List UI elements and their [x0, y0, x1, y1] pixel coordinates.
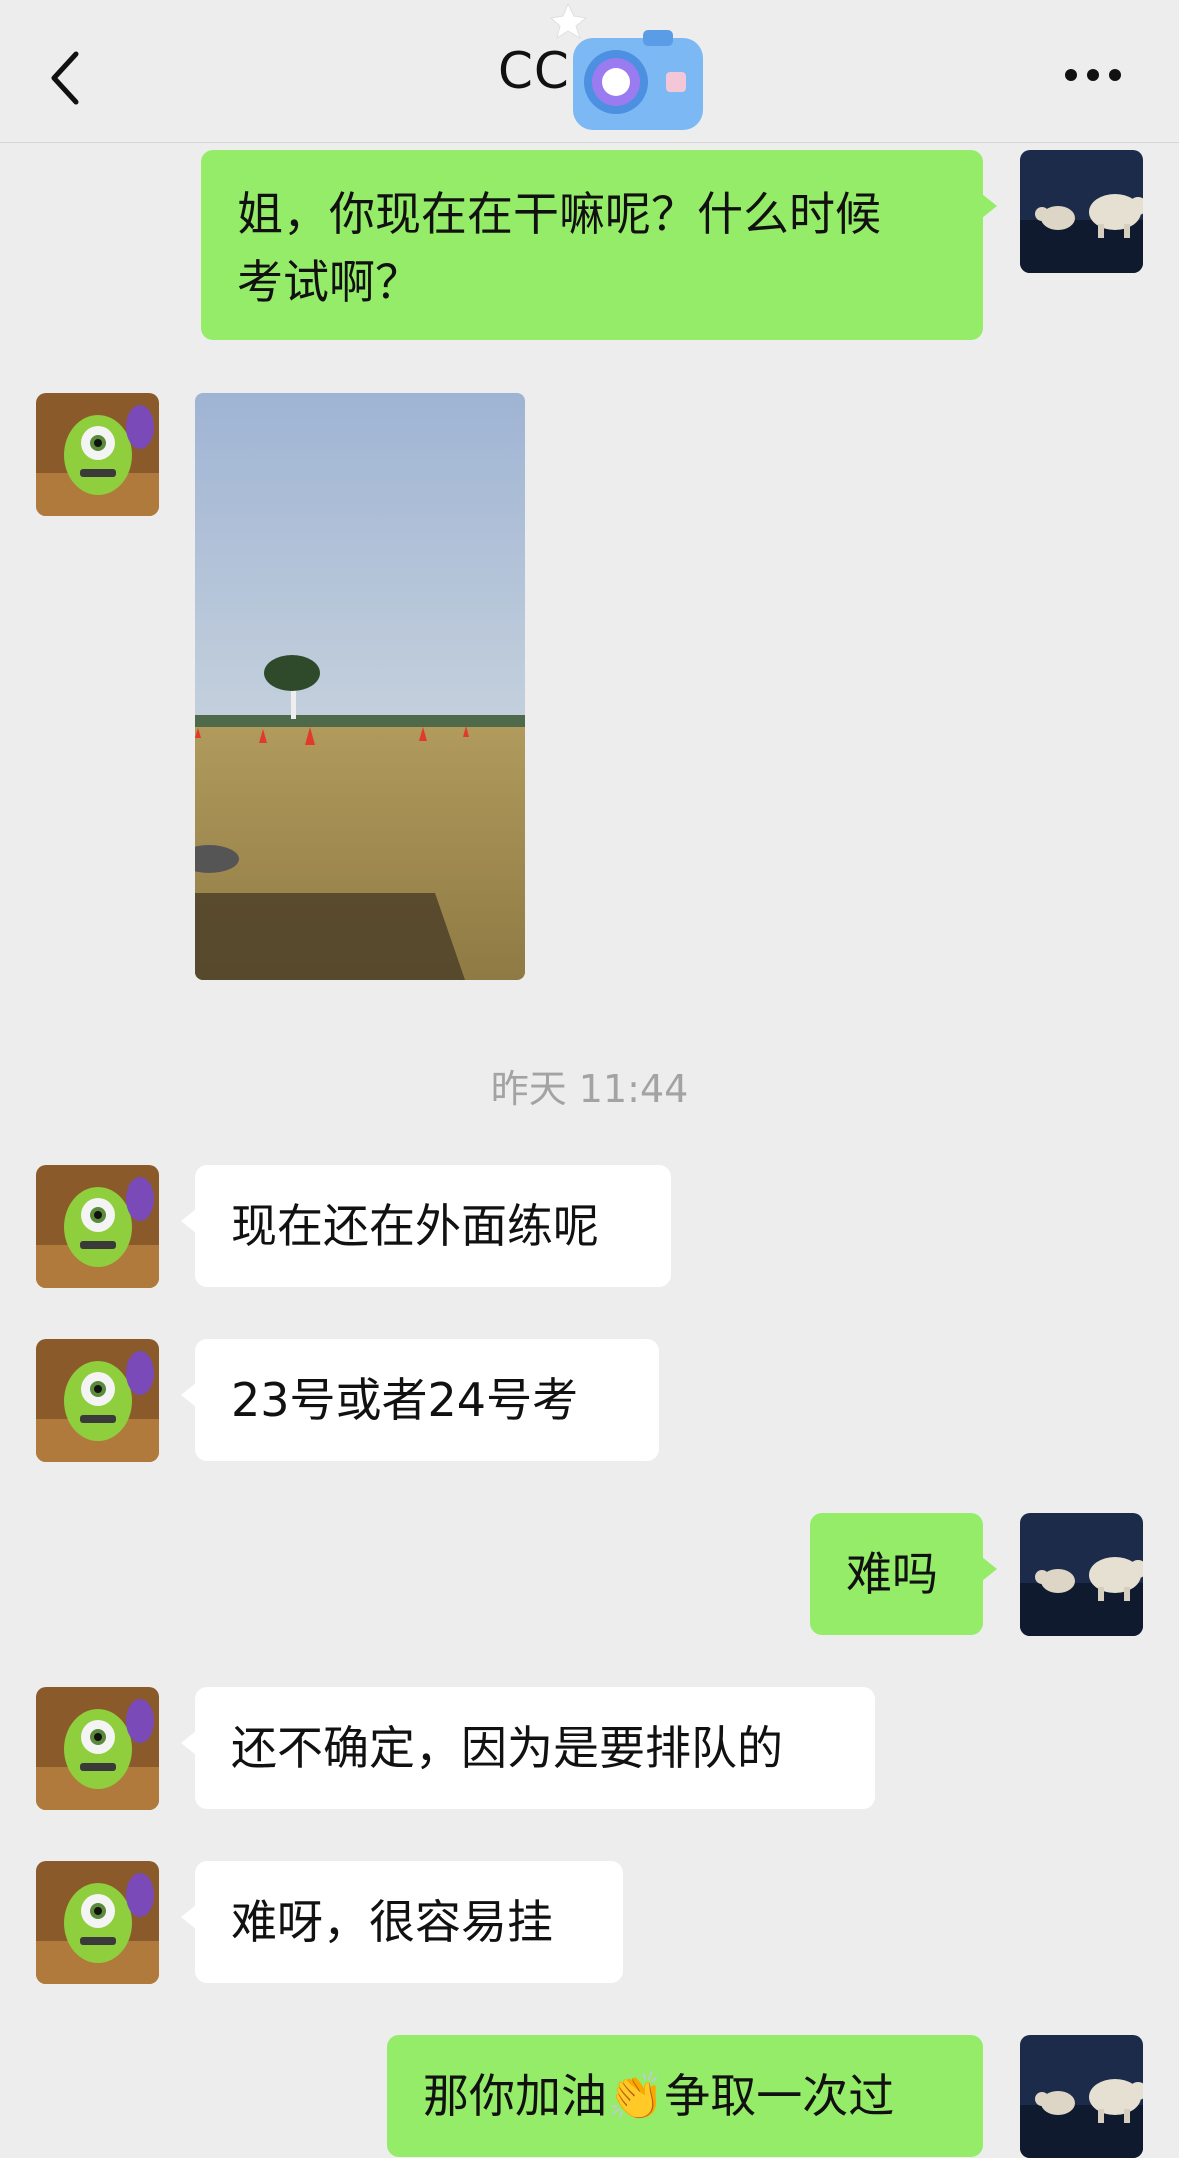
contact-avatar[interactable] — [36, 1165, 159, 1288]
contact-avatar[interactable] — [36, 1861, 159, 1984]
photo-of-driving-test-field — [195, 393, 525, 980]
camera-sticker-icon — [549, 2, 703, 130]
more-dots-icon[interactable] — [1062, 60, 1124, 90]
polar-bear-avatar-icon — [1020, 150, 1143, 273]
message-bubble-sent[interactable]: 那你加油👏争取一次过 — [387, 2035, 983, 2157]
contact-avatar[interactable] — [36, 393, 159, 516]
chat-image[interactable] — [195, 393, 525, 980]
green-monster-avatar-icon — [36, 393, 159, 516]
contact-avatar[interactable] — [36, 1687, 159, 1810]
my-avatar[interactable] — [1020, 1513, 1143, 1636]
message-bubble-received[interactable]: 现在还在外面练呢 — [181, 1165, 671, 1287]
message-bubble-received[interactable]: 还不确定，因为是要排队的 — [181, 1687, 875, 1809]
chat-header: CC — [0, 0, 1179, 143]
message-bubble-received[interactable]: 23号或者24号考 — [181, 1339, 659, 1461]
green-monster-avatar-icon — [36, 1861, 159, 1984]
green-monster-avatar-icon — [36, 1165, 159, 1288]
message-bubble-sent[interactable]: 姐，你现在在干嘛呢？什么时候 考试啊？ — [201, 150, 997, 340]
message-bubble-received[interactable]: 难呀，很容易挂 — [181, 1861, 623, 1983]
polar-bear-avatar-icon — [1020, 2035, 1143, 2158]
chevron-left-icon[interactable] — [46, 48, 86, 108]
message-bubble-sent[interactable]: 难吗 — [810, 1513, 997, 1635]
message-timestamp: 昨天 11:44 — [490, 1067, 689, 1111]
contact-avatar[interactable] — [36, 1339, 159, 1462]
green-monster-avatar-icon — [36, 1339, 159, 1462]
green-monster-avatar-icon — [36, 1687, 159, 1810]
my-avatar[interactable] — [1020, 2035, 1143, 2158]
my-avatar[interactable] — [1020, 150, 1143, 273]
polar-bear-avatar-icon — [1020, 1513, 1143, 1636]
